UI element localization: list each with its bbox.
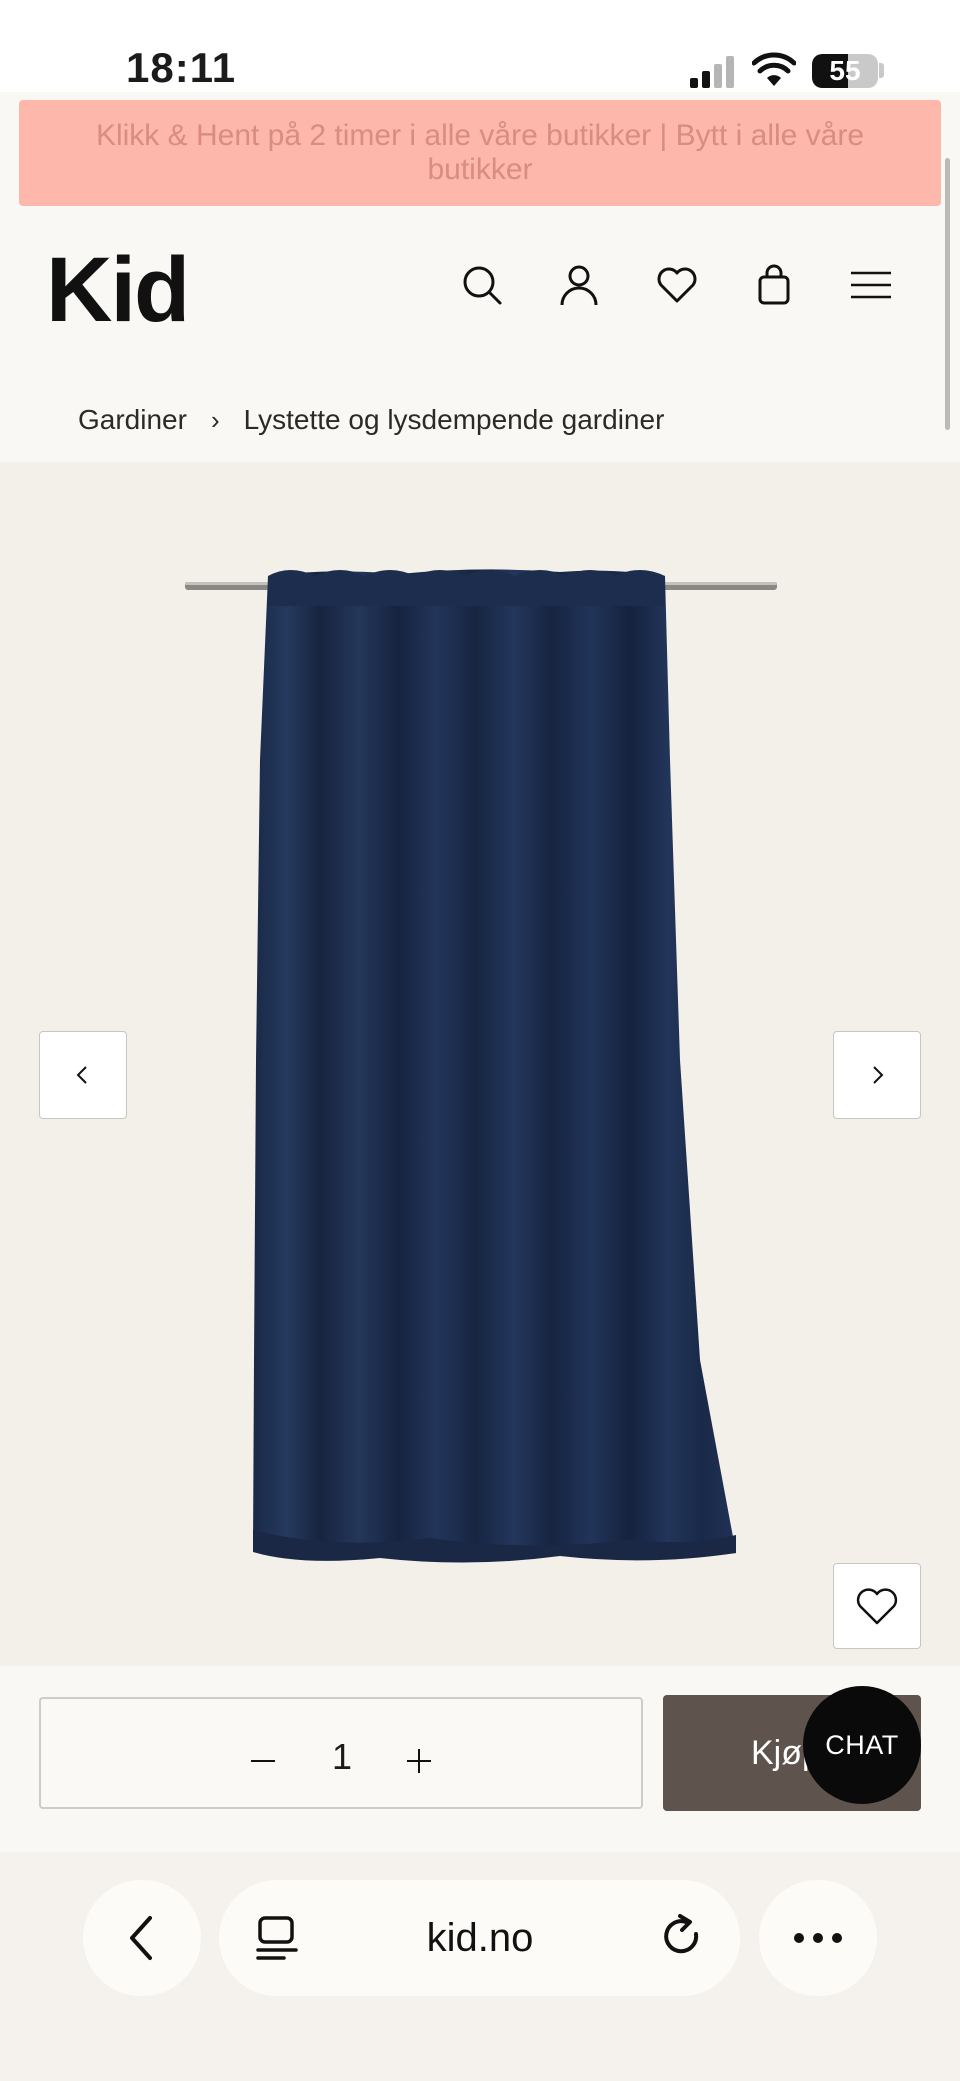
- breadcrumb-item-gardiner[interactable]: Gardiner: [78, 404, 187, 436]
- tabs-icon[interactable]: [254, 1914, 300, 1962]
- status-time: 18:11: [126, 44, 237, 91]
- browser-back-button[interactable]: [83, 1880, 201, 1996]
- promo-text: Klikk & Hent på 2 timer i alle våre buti…: [95, 119, 865, 186]
- add-to-wishlist-button[interactable]: [833, 1563, 921, 1649]
- plus-icon: [407, 1749, 431, 1773]
- wishlist-button[interactable]: [651, 259, 703, 311]
- decrease-quantity-button[interactable]: [240, 1738, 286, 1784]
- breadcrumb: Gardiner › Lystette og lysdempende gardi…: [78, 400, 664, 440]
- page-scrollbar[interactable]: [945, 158, 950, 430]
- next-image-button[interactable]: [833, 1031, 921, 1119]
- battery-nub: [879, 63, 884, 78]
- chat-label: CHAT: [825, 1729, 899, 1760]
- user-icon: [560, 265, 598, 306]
- battery-icon: 55: [812, 54, 878, 88]
- reload-icon[interactable]: [660, 1914, 706, 1960]
- chevron-left-icon: [76, 1066, 87, 1084]
- quantity-value[interactable]: 1: [320, 1736, 364, 1778]
- product-image-curtain[interactable]: [180, 560, 790, 1570]
- url-text[interactable]: kid.no: [400, 1916, 560, 1961]
- breadcrumb-separator: ›: [210, 404, 220, 435]
- minus-icon: [251, 1760, 275, 1762]
- cellular-signal-icon: [690, 56, 734, 88]
- chevron-right-icon: [873, 1066, 884, 1084]
- search-button[interactable]: [456, 259, 508, 311]
- chat-button[interactable]: CHAT: [803, 1686, 921, 1804]
- wifi-icon: [752, 52, 796, 86]
- cart-button[interactable]: [748, 259, 800, 311]
- heart-icon: [856, 1588, 898, 1625]
- browser-more-button[interactable]: [759, 1880, 877, 1996]
- promo-banner[interactable]: Klikk & Hent på 2 timer i alle våre buti…: [19, 100, 941, 206]
- chevron-left-icon: [130, 1916, 152, 1960]
- heart-icon: [657, 267, 697, 303]
- bag-icon: [758, 264, 790, 305]
- menu-icon: [851, 271, 891, 299]
- kid-logo[interactable]: Kid: [46, 238, 190, 343]
- more-icon: [794, 1933, 842, 1943]
- search-icon: [463, 266, 502, 305]
- battery-percent: 55: [829, 55, 861, 86]
- increase-quantity-button[interactable]: [396, 1738, 442, 1784]
- account-button[interactable]: [553, 259, 605, 311]
- breadcrumb-item-lystette[interactable]: Lystette og lysdempende gardiner: [244, 404, 665, 436]
- menu-button[interactable]: [845, 259, 897, 311]
- previous-image-button[interactable]: [39, 1031, 127, 1119]
